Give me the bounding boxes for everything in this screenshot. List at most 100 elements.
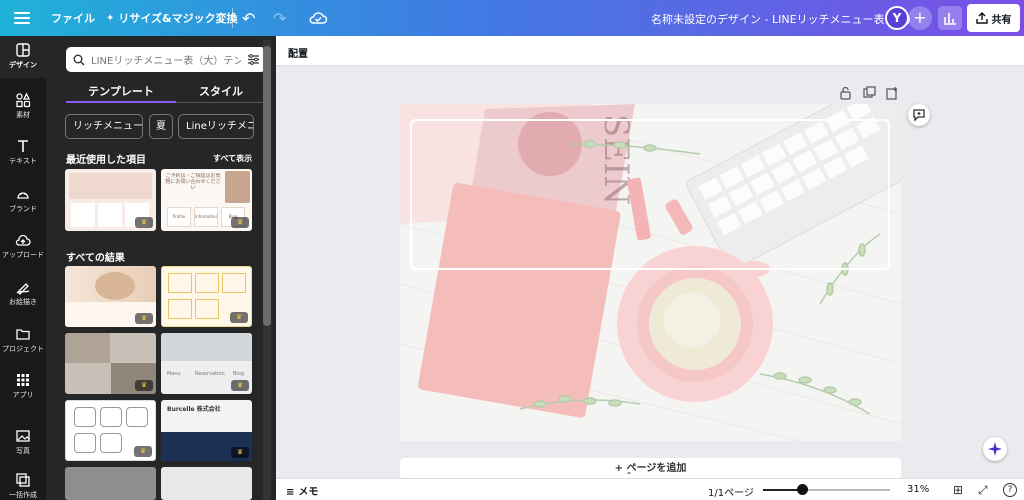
panel-scrollbar[interactable] bbox=[263, 40, 271, 500]
sparkle-icon: ✦ bbox=[106, 12, 115, 24]
notes-button[interactable]: ≡ メモ bbox=[286, 483, 318, 498]
template-thumbnail[interactable]: Burcelle 株式会社 ♛ bbox=[161, 400, 252, 461]
selection-frame[interactable] bbox=[410, 119, 890, 270]
template-thumbnail[interactable] bbox=[65, 467, 156, 500]
redo-icon[interactable]: ↷ bbox=[273, 9, 286, 28]
crown-icon: ♛ bbox=[231, 217, 249, 228]
rail-item-brand[interactable]: ブランド bbox=[0, 180, 46, 222]
duplicate-page-icon[interactable] bbox=[863, 86, 876, 100]
bulk-icon bbox=[16, 473, 30, 487]
template-thumbnail[interactable]: ♛ bbox=[65, 169, 156, 231]
insights-button[interactable] bbox=[938, 6, 962, 30]
template-thumbnail[interactable]: ♛ bbox=[161, 266, 252, 327]
crown-icon: ♛ bbox=[134, 446, 152, 457]
rail-item-uploads[interactable]: アップロード bbox=[0, 226, 46, 268]
rail-item-bulk-create[interactable]: 一括作成 bbox=[0, 466, 46, 500]
template-thumbnail[interactable]: ♛ bbox=[65, 400, 156, 461]
notes-icon: ≡ bbox=[286, 487, 295, 498]
results-section-title: すべての結果 bbox=[66, 253, 125, 264]
page-counter[interactable]: 1/1ページ bbox=[708, 484, 754, 499]
rail-item-design[interactable]: デザイン bbox=[0, 36, 46, 78]
filter-chip-summer[interactable]: 夏 bbox=[149, 114, 173, 139]
photo-icon bbox=[16, 430, 30, 442]
tab-styles[interactable]: スタイル bbox=[176, 83, 266, 103]
add-collaborator-button[interactable]: + bbox=[908, 6, 932, 30]
rail-item-elements[interactable]: 素材 bbox=[0, 86, 46, 128]
search-icon bbox=[73, 54, 85, 65]
grid-view-icon[interactable]: ⊞ bbox=[953, 483, 963, 497]
design-canvas[interactable]: SEIN bbox=[400, 104, 901, 441]
filter-chip-rich-menu[interactable]: リッチメニュー bbox=[65, 114, 143, 139]
layout-icon bbox=[16, 43, 30, 57]
notes-label: メモ bbox=[298, 487, 319, 498]
filter-icon[interactable] bbox=[247, 53, 260, 66]
rail-label: 写真 bbox=[16, 447, 30, 455]
magic-assistant-button[interactable] bbox=[983, 437, 1007, 461]
thumbnail-label: Blog bbox=[233, 371, 245, 377]
comment-button[interactable] bbox=[908, 104, 930, 126]
file-menu-button[interactable]: ファイル bbox=[51, 0, 95, 36]
brand-icon bbox=[17, 192, 29, 199]
template-thumbnail[interactable] bbox=[161, 467, 252, 500]
template-thumbnail[interactable]: ご予約は・ご相談はお気軽にお問い合わせください Profile Informat… bbox=[161, 169, 252, 231]
templates-panel: LINEリッチメニュー表（大）テンプレ テンプレート スタイル リッチメニュー … bbox=[46, 36, 276, 500]
rail-item-projects[interactable]: プロジェクト bbox=[0, 320, 46, 362]
top-toolbar: ファイル ✦ リサイズ&マジック変換 ↶ ↷ 名称未設定のデザイン - LINE… bbox=[0, 0, 1024, 36]
add-page-icon[interactable] bbox=[886, 86, 899, 100]
comment-add-icon bbox=[913, 109, 925, 122]
crown-icon: ♛ bbox=[135, 313, 153, 324]
recent-section-title: 最近使用した項目 bbox=[66, 155, 146, 166]
template-thumbnail[interactable]: ♛ bbox=[65, 266, 156, 327]
active-tab-indicator bbox=[66, 101, 176, 103]
zoom-slider-handle[interactable] bbox=[797, 484, 809, 495]
fullscreen-icon[interactable]: ⤢ bbox=[978, 483, 988, 498]
resize-magic-switch-button[interactable]: ✦ リサイズ&マジック変換 bbox=[106, 0, 238, 36]
context-toolbar: 配置 bbox=[276, 36, 1024, 66]
thumbnail-label: Reservation bbox=[195, 371, 225, 377]
draw-icon bbox=[16, 283, 30, 295]
rail-label: テキスト bbox=[9, 157, 37, 165]
folder-icon bbox=[16, 329, 30, 340]
filter-chip-line-rich-menu[interactable]: Lineリッチメニュー bbox=[178, 114, 254, 139]
thumbnail-label: Burcelle 株式会社 bbox=[167, 406, 221, 413]
main-menu-button[interactable] bbox=[12, 9, 32, 27]
share-icon bbox=[975, 12, 988, 24]
bottom-status-bar: ≡ メモ 1/1ページ 31% ⊞ ⤢ ? bbox=[276, 478, 1024, 500]
undo-icon[interactable]: ↶ bbox=[242, 9, 255, 28]
share-label: 共有 bbox=[991, 14, 1012, 26]
tab-templates[interactable]: テンプレート bbox=[66, 83, 176, 103]
rail-item-photos[interactable]: 写真 bbox=[0, 422, 46, 464]
help-icon[interactable]: ? bbox=[1003, 483, 1017, 497]
rail-label: デザイン bbox=[9, 61, 37, 69]
position-button[interactable]: 配置 bbox=[288, 45, 308, 60]
zoom-slider[interactable] bbox=[763, 484, 890, 495]
rail-label: お絵描き bbox=[9, 298, 37, 306]
sparkle-icon bbox=[988, 442, 1002, 456]
crown-icon: ♛ bbox=[135, 380, 153, 391]
toolbar-divider bbox=[232, 8, 233, 28]
crown-icon: ♛ bbox=[231, 447, 249, 458]
template-search-box[interactable]: LINEリッチメニュー表（大）テンプレ bbox=[66, 47, 266, 72]
zoom-level[interactable]: 31% bbox=[907, 484, 929, 495]
rail-item-draw[interactable]: お絵描き bbox=[0, 273, 46, 315]
template-thumbnail[interactable]: ♛ bbox=[65, 333, 156, 394]
rail-item-text[interactable]: テキスト bbox=[0, 132, 46, 174]
lock-icon[interactable] bbox=[840, 86, 851, 100]
resize-label: リサイズ&マジック変換 bbox=[118, 12, 238, 25]
rail-label: 素材 bbox=[16, 111, 30, 119]
add-page-button[interactable]: + ページを追加 bbox=[400, 458, 901, 480]
rail-label: 一括作成 bbox=[9, 491, 37, 499]
search-input[interactable]: LINEリッチメニュー表（大）テンプレ bbox=[91, 52, 241, 67]
avatar[interactable]: Y bbox=[885, 6, 909, 30]
scrollbar-thumb[interactable] bbox=[263, 46, 271, 326]
document-title[interactable]: 名称未設定のデザイン - LINEリッチメニュー表（大） bbox=[651, 11, 918, 27]
rail-item-apps[interactable]: アプリ bbox=[0, 366, 46, 408]
template-thumbnail[interactable]: Menu Reservation Blog ♛ bbox=[161, 333, 252, 394]
rail-label: プロジェクト bbox=[2, 345, 44, 353]
bar-chart-icon bbox=[944, 13, 956, 25]
see-all-link[interactable]: すべて表示 bbox=[213, 153, 252, 164]
left-navigation-rail: デザイン 素材 テキスト ブランド アップロード お絵描き プロジェクト アプリ… bbox=[0, 36, 46, 500]
upload-icon bbox=[15, 234, 31, 246]
cloud-save-icon[interactable] bbox=[308, 9, 328, 27]
share-button[interactable]: 共有 bbox=[967, 4, 1020, 32]
